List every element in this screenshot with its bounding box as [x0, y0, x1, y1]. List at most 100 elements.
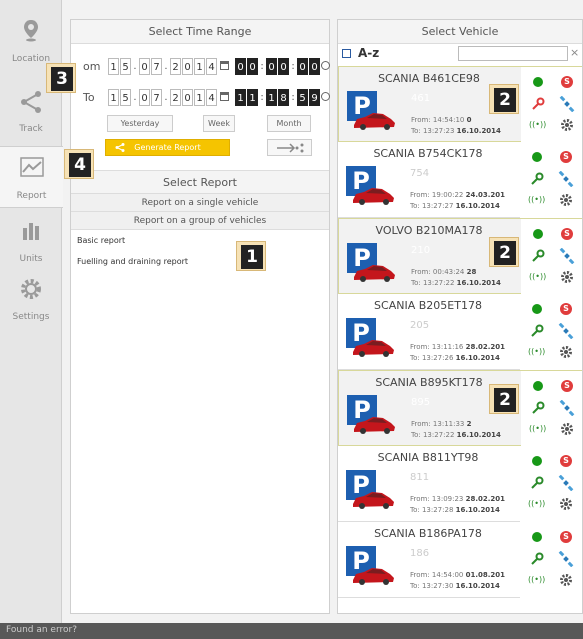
export-button[interactable] — [267, 139, 312, 156]
online-status-icon — [532, 152, 542, 162]
report-item-fuelling[interactable]: Fuelling and draining report — [77, 257, 188, 266]
to-time-digit[interactable]: 1 — [235, 89, 246, 106]
date-separator: . — [132, 89, 138, 106]
from-time-digit[interactable]: 0 — [247, 58, 258, 75]
location-pin-icon — [24, 20, 38, 42]
to-time-digit[interactable]: 5 — [297, 89, 308, 106]
signal-icon: ((•)) — [528, 347, 546, 356]
from-date-digit[interactable]: 0 — [139, 58, 150, 75]
from-date-digit[interactable]: 1 — [108, 58, 119, 75]
vehicle-name: SCANIA B205ET178 — [374, 299, 482, 312]
stop-icon[interactable]: S — [561, 228, 573, 240]
to-date-digit[interactable]: 7 — [151, 89, 162, 106]
clock-icon[interactable] — [321, 92, 330, 101]
week-button[interactable]: Week — [203, 115, 235, 132]
to-date-digit[interactable]: 1 — [108, 89, 119, 106]
vehicle-status-icons: S ((•)) — [521, 67, 582, 143]
gear-icon[interactable] — [560, 118, 574, 132]
from-row: om 1 5 . 0 7 . 2 0 1 4 0 0 : 0 0 : 0 0 — [71, 56, 331, 78]
from-time-digit[interactable]: 0 — [266, 58, 277, 75]
online-status-icon — [533, 77, 543, 87]
gear-icon[interactable] — [559, 573, 573, 587]
vehicle-card[interactable]: SCANIA B186PA178 P 186 From: 14:54:00 01.08… — [338, 522, 582, 598]
stop-icon[interactable]: S — [560, 151, 572, 163]
clock-icon[interactable] — [321, 61, 330, 70]
vehicle-from-time: From: 13:11:16 28.02.201 — [410, 343, 506, 351]
to-time-digit[interactable]: 1 — [266, 89, 277, 106]
from-time-digit[interactable]: 0 — [309, 58, 320, 75]
online-status-icon — [532, 532, 542, 542]
car-icon — [354, 265, 395, 282]
report-item-basic[interactable]: Basic report — [77, 236, 125, 245]
stop-icon[interactable]: S — [561, 76, 573, 88]
signal-icon: ((•)) — [528, 499, 546, 508]
to-date-digit[interactable]: 2 — [170, 89, 181, 106]
from-time-digit[interactable]: 0 — [297, 58, 308, 75]
vehicle-card[interactable]: SCANIA B895KT178 P 895 From: 13:11:33 2 To: … — [338, 370, 582, 447]
stop-icon[interactable]: S — [561, 380, 573, 392]
stop-icon[interactable]: S — [560, 531, 572, 543]
calendar-icon[interactable] — [220, 61, 229, 70]
to-time-digit[interactable]: 9 — [309, 89, 320, 106]
group-vehicles-option[interactable]: Report on a group of vehicles — [71, 212, 329, 230]
vehicle-number: 210 — [411, 245, 431, 256]
from-date-digit[interactable]: 5 — [120, 58, 131, 75]
vehicle-card[interactable]: SCANIA B205ET178 P 205 From: 13:11:16 28.02… — [338, 294, 582, 370]
units-bars-icon — [23, 223, 39, 240]
vehicle-card[interactable]: VOLVO B210MA178 P 210 From: 00:43:24 28 To: … — [338, 218, 582, 295]
vehicle-card[interactable]: SCANIA B461CE98 P 461 From: 14:54:10 0 To: 1… — [338, 66, 582, 143]
from-label: om — [83, 60, 101, 73]
calendar-icon[interactable] — [220, 92, 229, 101]
to-date-digit[interactable]: 0 — [139, 89, 150, 106]
vehicle-card[interactable]: SCANIA B811YT98 P 811 From: 13:09:23 28.02.… — [338, 446, 582, 522]
date-separator: . — [132, 58, 138, 75]
callout-number: 2 — [494, 388, 516, 412]
nav-location-label: Location — [11, 54, 51, 64]
gear-icon[interactable] — [560, 270, 574, 284]
to-date-digit[interactable]: 5 — [120, 89, 131, 106]
callout-number: 1 — [241, 245, 263, 269]
generate-report-button[interactable]: Generate Report — [105, 139, 230, 156]
to-time-digit[interactable]: 8 — [278, 89, 289, 106]
gear-icon[interactable] — [560, 422, 574, 436]
nav-settings[interactable]: Settings — [0, 268, 62, 330]
from-time-digit[interactable]: 0 — [235, 58, 246, 75]
search-clear-icon[interactable]: × — [570, 46, 579, 59]
from-time-digit[interactable]: 0 — [278, 58, 289, 75]
satellite-icon — [559, 248, 575, 264]
vehicle-to-time: To: 13:27:28 16.10.2014 — [410, 506, 500, 514]
footer-bar: Found an error? — [0, 623, 583, 639]
callout-number: 4 — [69, 153, 91, 177]
gear-icon — [21, 279, 41, 299]
vehicle-to-time: To: 13:27:30 16.10.2014 — [410, 582, 500, 590]
vehicle-card[interactable]: SCANIA B754CK178 P 754 From: 19:00:22 24.03… — [338, 142, 582, 218]
sort-az-checkbox[interactable] — [342, 49, 351, 58]
from-date-digit[interactable]: 1 — [194, 58, 205, 75]
callout-badge: 2 — [489, 84, 519, 114]
time-separator: : — [259, 58, 265, 75]
report-error-link[interactable]: Found an error? — [6, 625, 77, 635]
to-date-digit[interactable]: 0 — [182, 89, 193, 106]
to-date-digit[interactable]: 1 — [194, 89, 205, 106]
online-status-icon — [532, 456, 542, 466]
nav-units[interactable]: Units — [0, 210, 62, 272]
stop-icon[interactable]: S — [560, 303, 572, 315]
online-status-icon — [533, 229, 543, 239]
from-date-digit[interactable]: 0 — [182, 58, 193, 75]
nav-report[interactable]: Report — [0, 146, 63, 208]
gear-icon[interactable] — [559, 193, 573, 207]
vehicle-status-icons: S ((•)) — [520, 446, 582, 522]
stop-icon[interactable]: S — [560, 455, 572, 467]
to-time-digit[interactable]: 1 — [247, 89, 258, 106]
from-date-digit[interactable]: 7 — [151, 58, 162, 75]
from-date-digit[interactable]: 2 — [170, 58, 181, 75]
from-date-digit[interactable]: 4 — [206, 58, 217, 75]
yesterday-button[interactable]: Yesterday — [107, 115, 173, 132]
month-button[interactable]: Month — [267, 115, 311, 132]
to-date-digit[interactable]: 4 — [206, 89, 217, 106]
single-vehicle-option[interactable]: Report on a single vehicle — [71, 194, 329, 212]
vehicle-search-input[interactable] — [458, 46, 568, 61]
gear-icon[interactable] — [559, 497, 573, 511]
gear-icon[interactable] — [559, 345, 573, 359]
callout-badge: 4 — [64, 149, 94, 179]
